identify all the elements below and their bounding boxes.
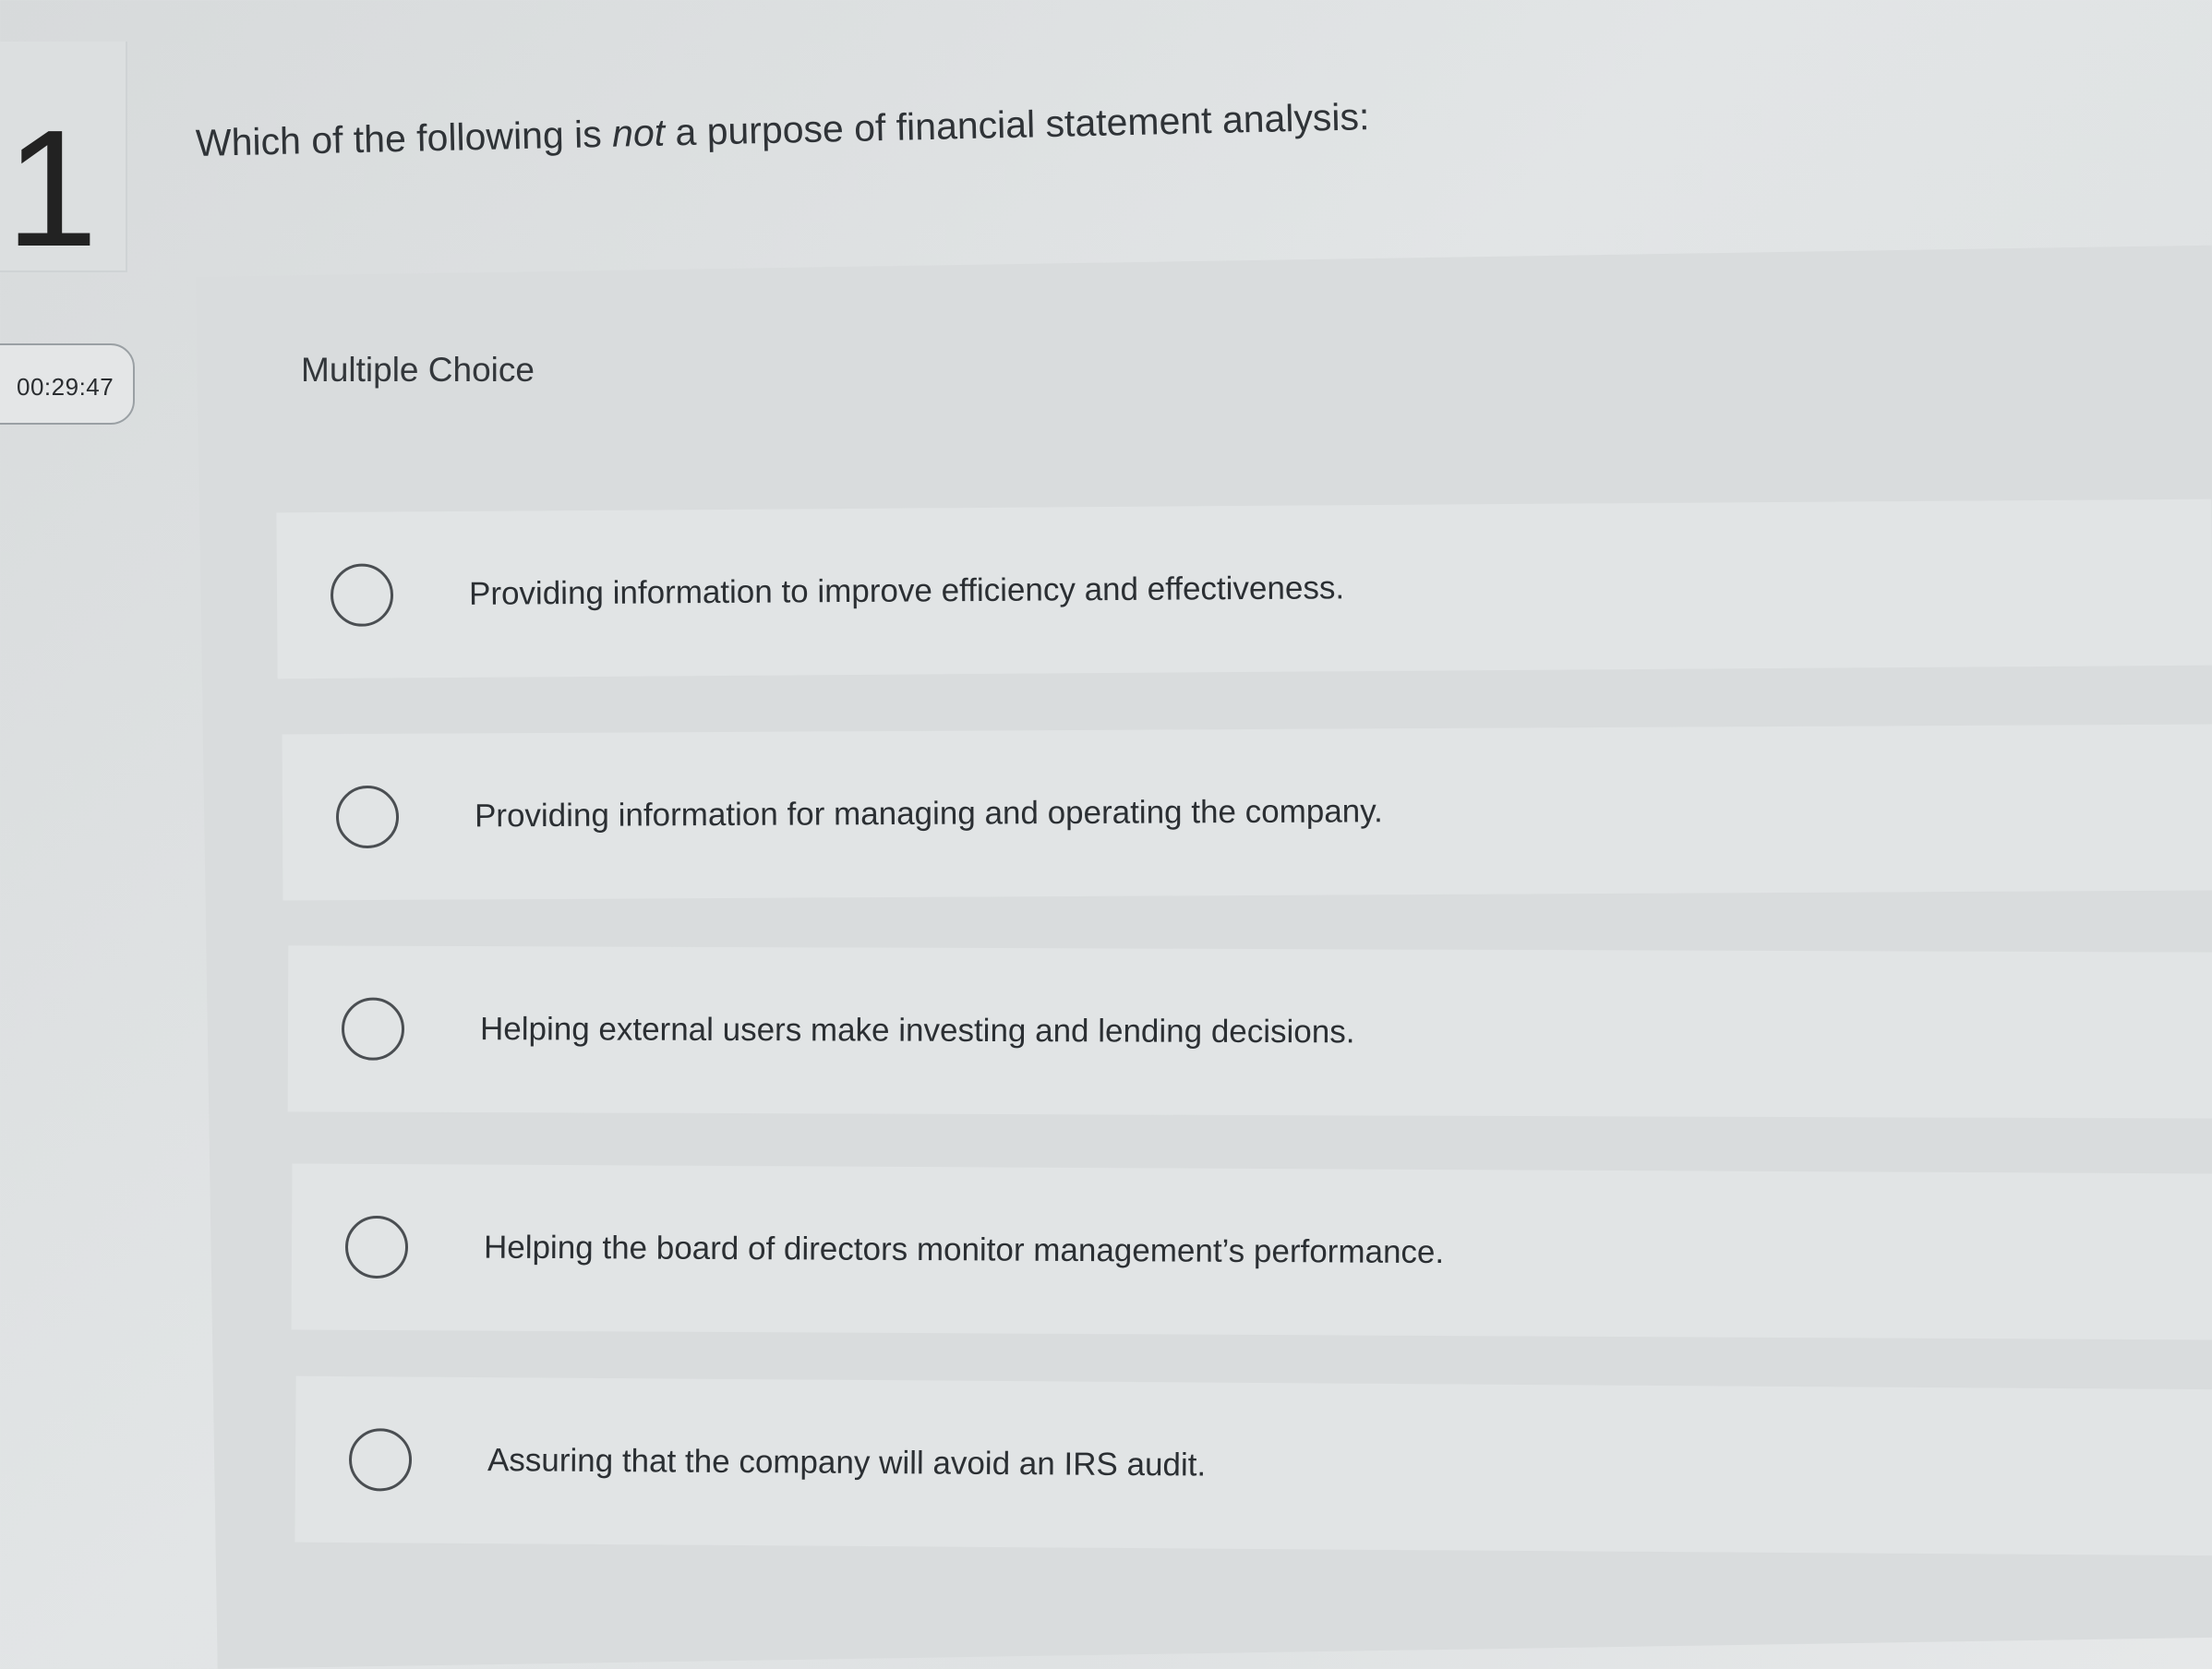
answer-option-label: Assuring that the company will avoid an … [487, 1442, 1207, 1483]
question-number-box: 1 [0, 42, 127, 272]
radio-button-icon[interactable] [344, 1215, 409, 1279]
answer-option-4[interactable]: Helping the board of directors monitor m… [291, 1163, 2212, 1340]
answer-option-2[interactable]: Providing information for managing and o… [282, 724, 2212, 901]
timer-value: 00:29:47 [17, 373, 114, 401]
question-prompt: Which of the following is not a purpose … [195, 95, 1369, 165]
radio-button-icon[interactable] [335, 785, 400, 849]
radio-button-icon[interactable] [341, 997, 405, 1061]
prompt-text-after: a purpose of financial statement analysi… [664, 95, 1370, 154]
answer-option-5[interactable]: Assuring that the company will avoid an … [295, 1375, 2212, 1556]
question-number: 1 [6, 96, 99, 282]
prompt-text-before: Which of the following is [195, 112, 613, 164]
radio-button-icon[interactable] [348, 1428, 413, 1492]
answer-option-label: Providing information for managing and o… [474, 793, 1383, 834]
answer-option-label: Helping the board of directors monitor m… [483, 1229, 1445, 1271]
answer-option-label: Providing information to improve efficie… [468, 570, 1345, 612]
answer-option-label: Helping external users make investing an… [479, 1011, 1355, 1051]
answer-option-1[interactable]: Providing information to improve efficie… [276, 498, 2212, 679]
answer-option-3[interactable]: Helping external users make investing an… [287, 945, 2212, 1119]
prompt-emphasis: not [611, 111, 666, 155]
timer-pill[interactable]: 00:29:47 [0, 343, 135, 425]
question-type-label: Multiple Choice [301, 351, 535, 389]
radio-button-icon[interactable] [330, 563, 394, 627]
